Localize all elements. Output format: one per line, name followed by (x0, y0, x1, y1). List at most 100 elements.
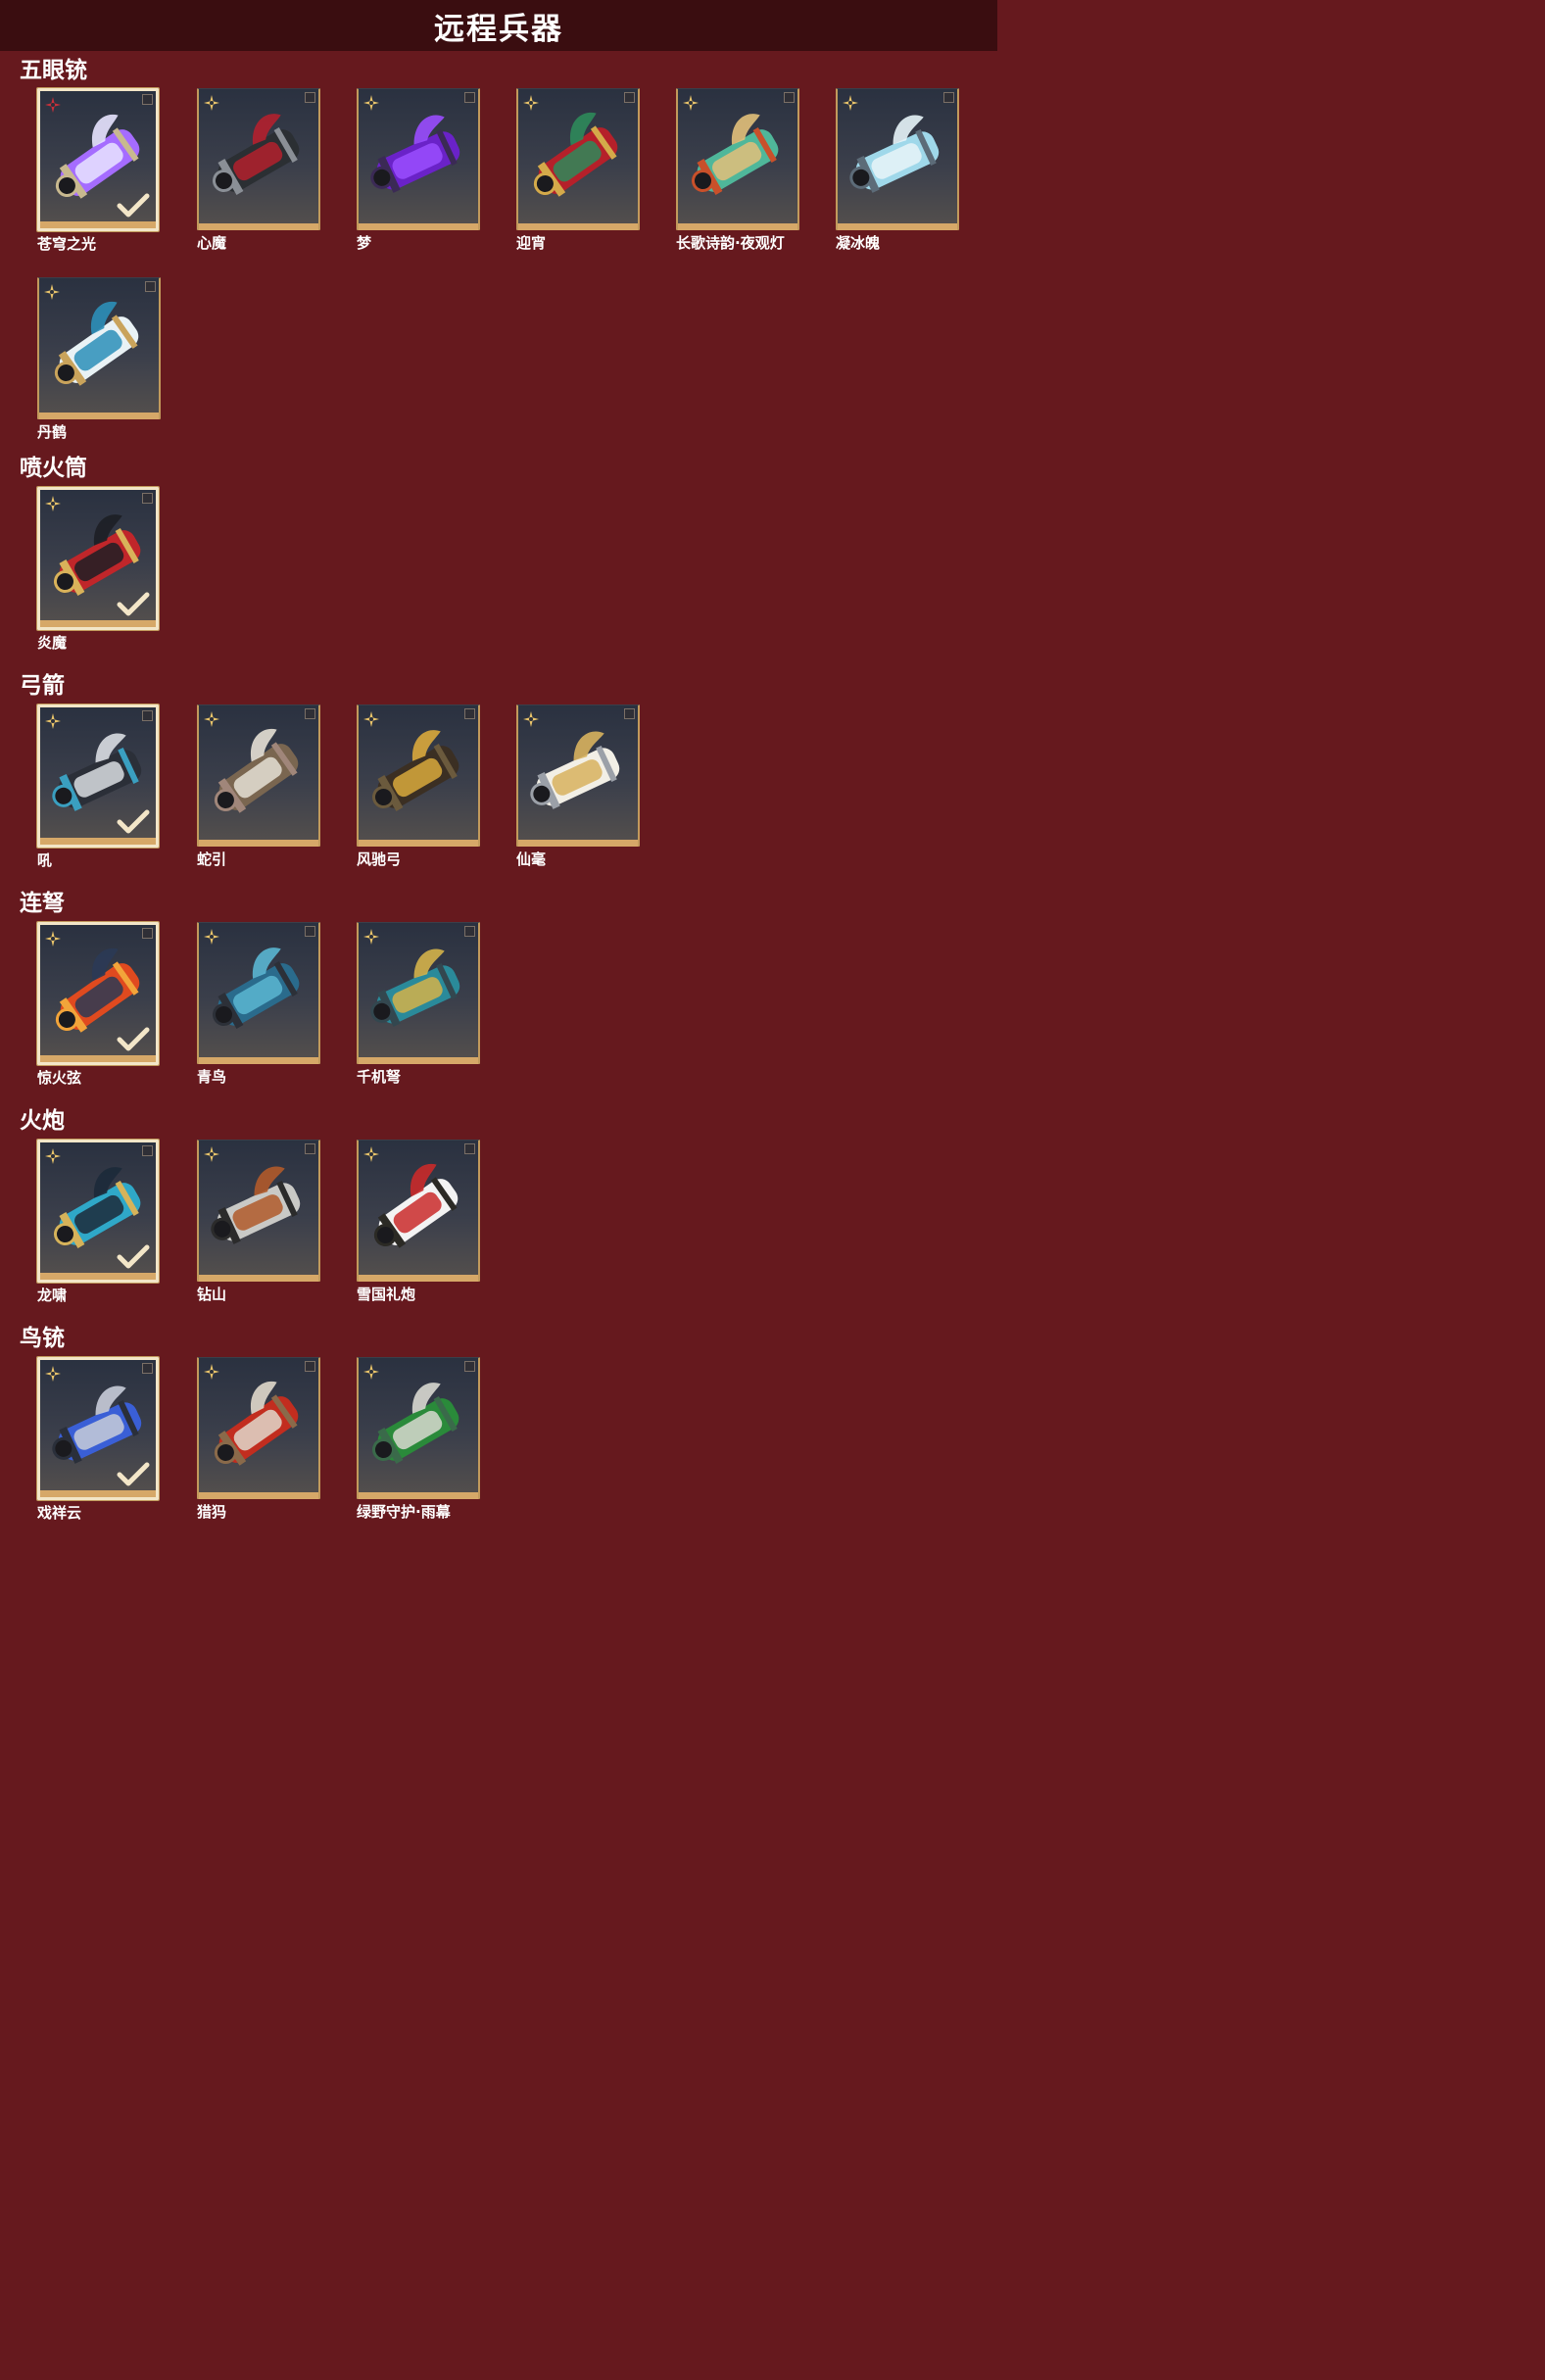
weapon-item[interactable]: 青鸟 (197, 922, 320, 1086)
card-base-strip (678, 223, 797, 230)
gold-star-rarity-icon (204, 1146, 219, 1162)
gold-star-rarity-icon (204, 1364, 219, 1380)
weapon-card[interactable] (357, 922, 480, 1064)
weapon-item[interactable]: 钻山 (197, 1140, 320, 1303)
weapon-card[interactable] (516, 88, 640, 230)
corner-marker-icon (624, 708, 635, 719)
weapon-card[interactable] (197, 1140, 320, 1282)
weapon-item[interactable]: 风驰弓 (357, 704, 480, 868)
weapon-name: 丹鹤 (37, 423, 68, 441)
corner-marker-icon (464, 1143, 475, 1154)
weapon-name: 蛇引 (197, 850, 227, 868)
weapon-name: 龙啸 (37, 1287, 68, 1304)
weapon-art (370, 948, 460, 1027)
weapon-item[interactable]: 惊火弦 (37, 922, 161, 1087)
corner-marker-icon (142, 710, 153, 721)
card-base-strip (199, 1057, 318, 1064)
weapon-card[interactable] (197, 922, 320, 1064)
weapon-card[interactable] (357, 1140, 480, 1282)
card-base-strip (359, 223, 478, 230)
equipped-check-icon (117, 1462, 150, 1486)
weapon-art (54, 301, 139, 386)
category-title: 五眼铳 (20, 58, 87, 83)
weapon-item[interactable]: 雪国礼炮 (357, 1140, 480, 1303)
red-star-rarity-icon (45, 97, 61, 113)
gold-star-rarity-icon (45, 931, 61, 947)
weapon-item[interactable]: 猎犸 (197, 1357, 320, 1521)
weapon-art (371, 1383, 459, 1464)
weapon-art (212, 114, 300, 195)
gold-star-rarity-icon (204, 95, 219, 111)
equipped-check-icon (117, 809, 150, 834)
weapon-item[interactable]: 仙毫 (516, 704, 640, 868)
card-base-strip (40, 620, 156, 627)
gold-star-rarity-icon (45, 1366, 61, 1382)
weapon-card[interactable] (37, 1140, 159, 1283)
corner-marker-icon (305, 1361, 315, 1372)
gold-star-rarity-icon (363, 1146, 379, 1162)
weapon-item[interactable]: 戏祥云 (37, 1357, 161, 1522)
corner-marker-icon (464, 92, 475, 103)
weapon-art (530, 731, 620, 809)
weapon-item[interactable]: 绿野守护·雨幕 (357, 1357, 480, 1521)
equipped-check-icon (117, 592, 150, 616)
corner-marker-icon (142, 1145, 153, 1156)
weapon-name: 梦 (357, 234, 372, 252)
weapon-card[interactable] (357, 1357, 480, 1499)
weapon-card[interactable] (197, 704, 320, 847)
corner-marker-icon (624, 92, 635, 103)
weapon-item[interactable]: 心魔 (197, 88, 320, 252)
weapon-art (849, 115, 940, 193)
top-bar: 远程兵器 (0, 0, 997, 51)
weapon-card[interactable] (197, 1357, 320, 1499)
weapon-item[interactable]: 千机弩 (357, 922, 480, 1086)
weapon-card[interactable] (37, 704, 159, 848)
weapon-item[interactable]: 梦 (357, 88, 480, 252)
equipped-check-icon (117, 1027, 150, 1051)
gold-star-rarity-icon (45, 496, 61, 511)
weapon-card[interactable] (37, 277, 161, 419)
gold-star-rarity-icon (363, 95, 379, 111)
weapon-name: 苍穹之光 (37, 235, 97, 253)
weapon-item[interactable]: 凝冰魄 (836, 88, 959, 252)
weapon-name: 炎魔 (37, 634, 68, 652)
weapon-card[interactable] (37, 487, 159, 630)
weapon-art (214, 1381, 299, 1466)
weapon-card[interactable] (836, 88, 959, 230)
weapon-card[interactable] (357, 704, 480, 847)
card-base-strip (40, 1273, 156, 1280)
weapon-art (214, 728, 299, 813)
card-base-strip (359, 840, 478, 847)
weapon-art (371, 730, 459, 811)
weapon-name: 猎犸 (197, 1503, 227, 1521)
weapon-item[interactable]: 迎宵 (516, 88, 640, 252)
weapon-card[interactable] (37, 922, 159, 1065)
weapon-name: 钻山 (197, 1286, 227, 1303)
card-base-strip (518, 840, 638, 847)
weapon-card[interactable] (37, 88, 159, 231)
weapon-card[interactable] (516, 704, 640, 847)
weapon-item[interactable]: 吼 (37, 704, 161, 869)
weapon-card[interactable] (37, 1357, 159, 1500)
weapon-name: 长歌诗韵·夜观灯 (676, 234, 785, 252)
weapon-card[interactable] (197, 88, 320, 230)
gold-star-rarity-icon (204, 711, 219, 727)
weapon-card[interactable] (357, 88, 480, 230)
card-base-strip (39, 413, 159, 419)
weapon-item[interactable]: 炎魔 (37, 487, 161, 652)
category-title: 喷火筒 (20, 456, 87, 481)
gold-star-rarity-icon (683, 95, 699, 111)
weapon-item[interactable]: 丹鹤 (37, 277, 161, 441)
weapon-item[interactable]: 长歌诗韵·夜观灯 (676, 88, 799, 252)
weapon-item[interactable]: 苍穹之光 (37, 88, 161, 253)
card-base-strip (199, 1275, 318, 1282)
gold-star-rarity-icon (45, 1148, 61, 1164)
card-base-strip (199, 1492, 318, 1499)
weapon-item[interactable]: 蛇引 (197, 704, 320, 868)
weapon-card[interactable] (676, 88, 799, 230)
weapon-name: 凝冰魄 (836, 234, 881, 252)
card-base-strip (838, 223, 957, 230)
gold-star-rarity-icon (523, 95, 539, 111)
weapon-name: 惊火弦 (37, 1069, 82, 1087)
weapon-item[interactable]: 龙啸 (37, 1140, 161, 1304)
